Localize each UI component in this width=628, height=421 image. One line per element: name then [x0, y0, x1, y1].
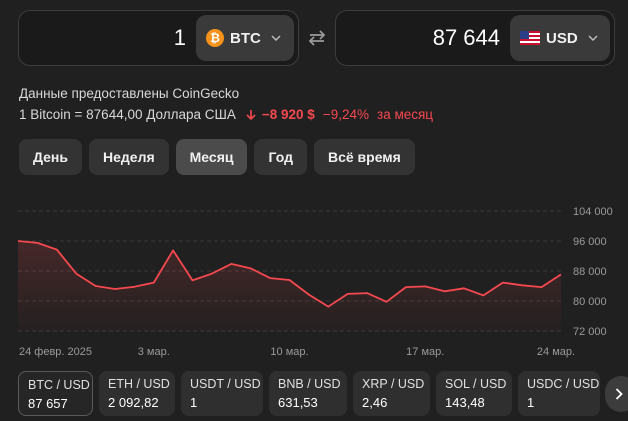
price-point	[93, 284, 97, 288]
change-period: за месяц	[377, 107, 434, 122]
to-amount-box: 87 644 USD	[335, 10, 615, 66]
us-flag-icon	[520, 31, 540, 45]
from-amount-box: 1 ₿ BTC	[18, 10, 299, 66]
pair-xrp-usd[interactable]: XRP / USD 2,46	[353, 371, 430, 416]
swap-arrows-icon[interactable]	[306, 27, 328, 49]
pairs-list: BTC / USD 87 657 ETH / USD 2 092,82 USDT…	[18, 371, 600, 416]
price-point	[365, 291, 369, 295]
pair-name: ETH / USD	[108, 377, 170, 391]
price-point	[229, 262, 233, 266]
chevron-down-icon	[271, 35, 281, 41]
x-tick-label: 3 мар.	[138, 346, 170, 358]
from-currency-select[interactable]: ₿ BTC	[196, 15, 294, 61]
y-tick-label: 104 000	[573, 206, 613, 218]
pair-usdt-usd[interactable]: USDT / USD 1	[181, 371, 263, 416]
arrow-down-icon	[246, 109, 256, 120]
period-tabs: День Неделя Месяц Год Всё время	[19, 139, 415, 175]
price-point	[152, 280, 156, 284]
pairs-next-button[interactable]	[605, 376, 628, 412]
chevron-right-icon	[615, 388, 623, 400]
price-point	[16, 239, 20, 243]
data-source-text: Данные предоставлены CoinGecko	[19, 86, 240, 101]
tab-all-time[interactable]: Всё время	[313, 139, 415, 175]
change-absolute: −8 920 $	[261, 107, 315, 122]
price-point	[520, 283, 524, 287]
price-point	[74, 271, 78, 275]
price-point	[345, 292, 349, 296]
from-amount-input[interactable]: 1	[174, 11, 186, 65]
tab-year[interactable]: Год	[254, 139, 307, 175]
pair-value: 2,46	[362, 395, 388, 410]
price-point	[326, 304, 330, 308]
y-tick-label: 88 000	[573, 266, 607, 278]
price-point	[404, 285, 408, 289]
pair-name: USDT / USD	[190, 377, 261, 391]
price-point	[35, 241, 39, 245]
pair-value: 1	[527, 395, 535, 410]
to-amount-input[interactable]: 87 644	[433, 11, 500, 65]
bitcoin-icon: ₿	[206, 29, 224, 47]
price-point	[384, 300, 388, 304]
rate-line: 1 Bitcoin = 87644,00 Доллара США −8 920 …	[19, 107, 433, 122]
to-currency-label: USD	[546, 29, 578, 47]
pair-name: BTC / USD	[28, 378, 90, 392]
price-point	[268, 276, 272, 280]
price-point	[462, 286, 466, 290]
pair-value: 631,53	[278, 395, 318, 410]
pair-btc-usd[interactable]: BTC / USD 87 657	[18, 371, 93, 416]
y-tick-label: 80 000	[573, 296, 607, 308]
pair-name: USDC / USD	[527, 377, 600, 391]
rate-text: 1 Bitcoin = 87644,00 Доллара США	[19, 107, 236, 122]
pair-value: 143,48	[445, 395, 485, 410]
price-point	[171, 248, 175, 252]
price-point	[481, 293, 485, 297]
pair-name: XRP / USD	[362, 377, 425, 391]
x-tick-label: 24 февр. 2025	[19, 346, 92, 358]
pair-sol-usd[interactable]: SOL / USD 143,48	[436, 371, 512, 416]
y-tick-label: 96 000	[573, 236, 607, 248]
tab-month[interactable]: Месяц	[175, 139, 248, 175]
tab-day[interactable]: День	[19, 139, 82, 175]
price-point	[307, 292, 311, 296]
x-tick-label: 24 мар.	[537, 346, 575, 358]
pair-name: SOL / USD	[445, 377, 507, 391]
price-point	[559, 272, 563, 276]
x-tick-label: 17 мар.	[406, 346, 444, 358]
price-point	[55, 247, 59, 251]
price-point	[423, 284, 427, 288]
pair-usdc-usd[interactable]: USDC / USD 1	[518, 371, 600, 416]
change-percent: −9,24%	[322, 107, 369, 122]
price-point	[210, 271, 214, 275]
price-point	[132, 285, 136, 289]
x-tick-label: 10 мар.	[270, 346, 308, 358]
pair-value: 87 657	[28, 396, 68, 411]
pair-eth-usd[interactable]: ETH / USD 2 092,82	[99, 371, 175, 416]
chevron-down-icon	[588, 35, 598, 41]
price-chart: 104 000 96 000 88 000 80 000 72 000 24 февр. …	[16, 206, 613, 358]
pair-value: 1	[190, 395, 198, 410]
pair-value: 2 092,82	[108, 395, 159, 410]
to-currency-select[interactable]: USD	[510, 15, 610, 61]
price-point	[249, 266, 253, 270]
pair-bnb-usd[interactable]: BNB / USD 631,53	[269, 371, 347, 416]
price-point	[442, 289, 446, 293]
y-tick-label: 72 000	[573, 326, 607, 338]
price-point	[501, 280, 505, 284]
price-point	[113, 287, 117, 291]
pair-name: BNB / USD	[278, 377, 341, 391]
price-point	[190, 278, 194, 282]
price-point	[539, 285, 543, 289]
price-point	[287, 278, 291, 282]
from-currency-label: BTC	[230, 29, 261, 47]
tab-week[interactable]: Неделя	[89, 139, 169, 175]
